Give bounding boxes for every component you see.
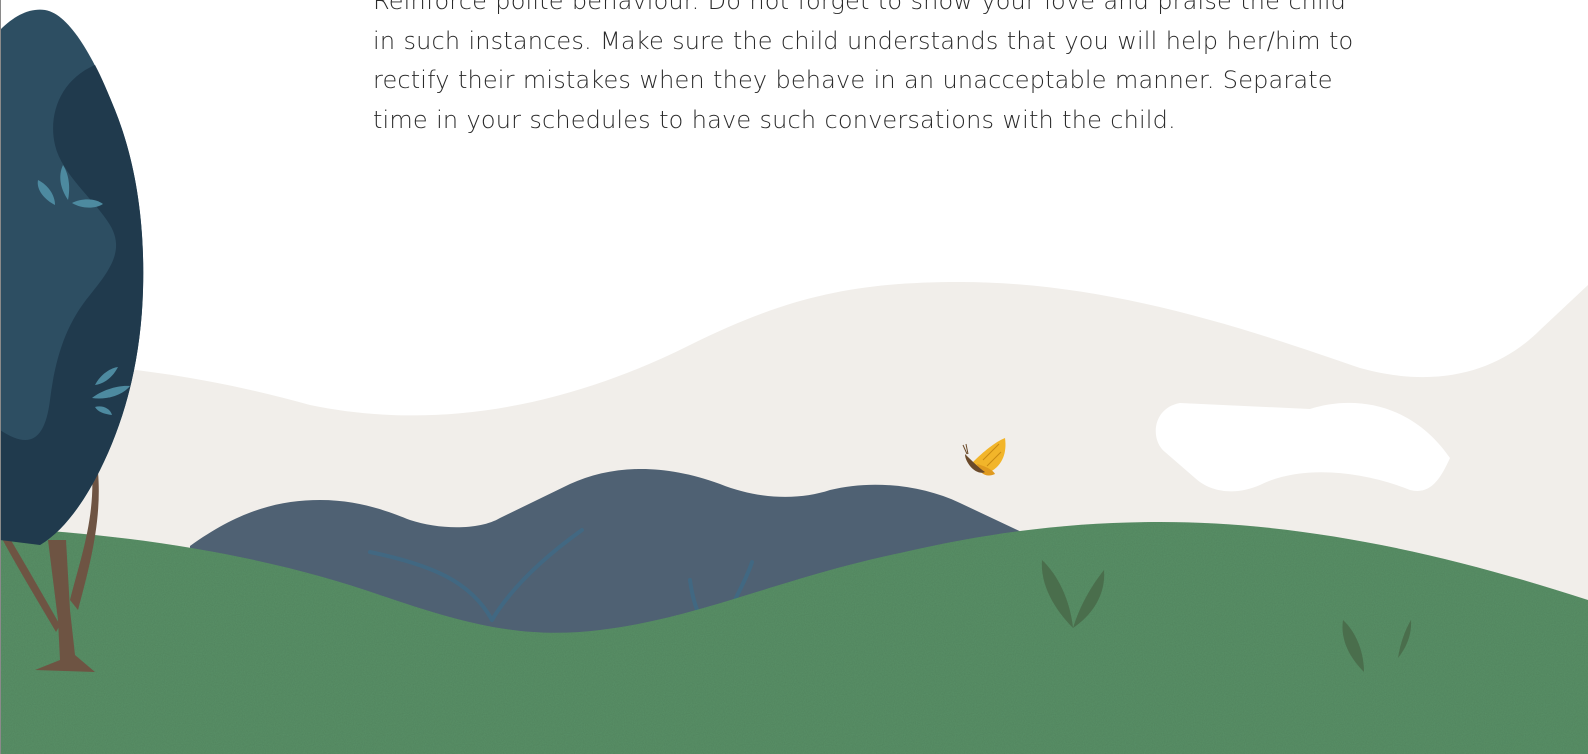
article-line: rectify their mistakes when they behave …	[373, 66, 1333, 95]
article-line: in such instances. Make sure the child u…	[373, 26, 1354, 55]
page-left-border	[0, 0, 1, 754]
article-paragraph: Reinforce polite behaviour. Do not forge…	[373, 0, 1433, 140]
article-line: Reinforce polite behaviour. Do not forge…	[373, 0, 1347, 15]
article-line: time in your schedules to have such conv…	[373, 105, 1176, 134]
